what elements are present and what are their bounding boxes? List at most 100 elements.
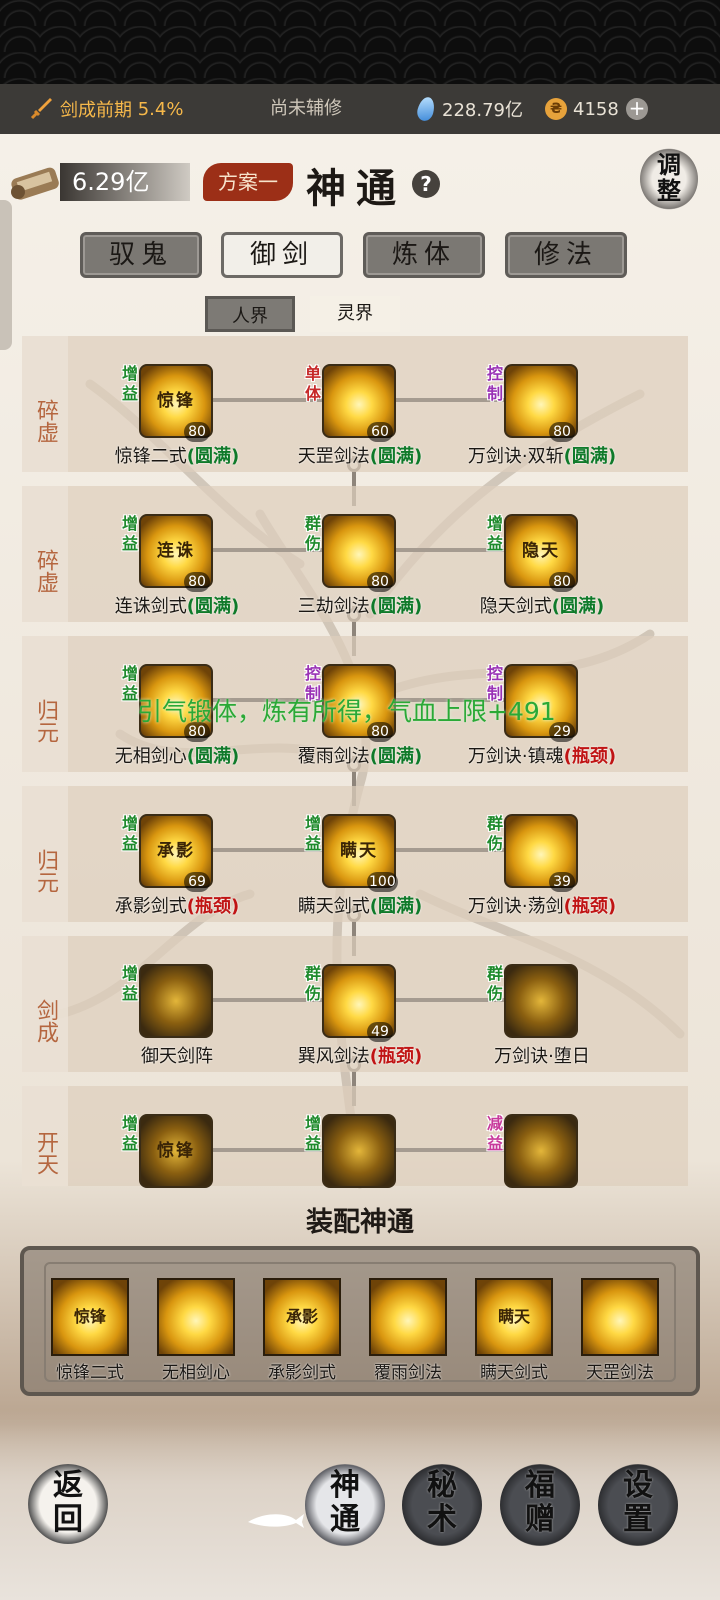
skill-icon [504, 1114, 578, 1188]
equip-skill-icon [157, 1278, 235, 1356]
skill-status: (圆满) [369, 596, 423, 617]
skill-name: 连诛剑式 [114, 596, 187, 617]
back-button[interactable]: 返回 [28, 1464, 108, 1544]
skill-level: 80 [549, 572, 575, 592]
skill-status: (瓶颈) [369, 1046, 423, 1067]
skill-name-line: 隐天剑式(圆满) [457, 594, 627, 620]
nav-mishu[interactable]: 秘术 [402, 1464, 482, 1546]
nav-label-2: 福赠 [525, 1468, 555, 1537]
tier-label: 剑成 [22, 936, 68, 1072]
skill-node[interactable]: 群伤 80 三劫剑法(圆满) [275, 514, 445, 634]
skill-glyph [506, 966, 576, 1036]
coin-icon: ₴ [545, 98, 567, 120]
skill-name-line: 万剑诀·镇魂(瓶颈) [457, 744, 627, 770]
skill-node[interactable]: 承影 增益 69 承影剑式(瓶颈) [92, 814, 262, 934]
skill-status: (圆满) [186, 596, 240, 617]
equip-slot[interactable]: 无相剑心 [141, 1278, 251, 1388]
skill-node[interactable]: 控制 80 万剑诀·双斩(圆满) [457, 364, 627, 484]
adjust-button[interactable]: 调整 [640, 148, 698, 210]
equip-skill-icon: 惊锋 [51, 1278, 129, 1356]
skill-name: 万剑诀·堕日 [494, 1046, 590, 1067]
skill-name: 惊锋二式 [114, 446, 187, 467]
equip-slot[interactable]: 天罡剑法 [565, 1278, 675, 1388]
skill-type-tag: 群伤 [304, 514, 321, 553]
tab-world-human[interactable]: 人界 [205, 296, 295, 332]
skill-status: (瓶颈) [186, 896, 240, 917]
equip-slot[interactable]: 承影 承影剑式 [247, 1278, 357, 1388]
skill-status: (圆满) [563, 446, 617, 467]
tab-world-spirit[interactable]: 灵界 [310, 296, 400, 332]
skill-name-line: 无相剑心(圆满) [92, 744, 262, 770]
realm-info[interactable]: 剑成前期 5.4% [28, 84, 183, 134]
nav-fuzeng[interactable]: 福赠 [500, 1464, 580, 1546]
skill-level: 80 [549, 422, 575, 442]
nav-label-0: 神通 [330, 1468, 360, 1537]
skill-node[interactable]: 单体 60 天罡剑法(圆满) [275, 364, 445, 484]
spirit-stone-value: 228.79亿 [442, 100, 523, 121]
skill-node[interactable]: 群伤 万剑诀·堕日 [457, 964, 627, 1084]
tab-category-1[interactable]: 御剑 [221, 232, 343, 278]
skill-name-line: 瞒天剑式(圆满) [275, 894, 445, 920]
app-root: 剑成前期 5.4% 尚未辅修 228.79亿 ₴ 4158 + 6.29亿 方案一… [0, 0, 720, 1600]
skill-status: (圆满) [369, 896, 423, 917]
tab-category-3[interactable]: 修法 [505, 232, 627, 278]
skill-level: 69 [184, 872, 210, 892]
skill-name: 瞒天剑式 [297, 896, 370, 917]
skill-level: 49 [367, 1022, 393, 1042]
scroll-value: 6.29亿 [60, 163, 190, 201]
equip-skill-icon [581, 1278, 659, 1356]
skill-node[interactable]: 群伤 49 巽风剑法(瓶颈) [275, 964, 445, 1084]
tier-label: 归元 [22, 786, 68, 922]
skill-node[interactable]: 隐天 增益 80 隐天剑式(圆满) [457, 514, 627, 634]
skill-node[interactable]: 惊锋 增益 80 惊锋二式(圆满) [92, 364, 262, 484]
spirit-stone-counter: 228.79亿 [415, 84, 523, 134]
skill-glyph [506, 1116, 576, 1186]
skill-icon [322, 1114, 396, 1188]
skill-type-tag: 增益 [121, 1114, 138, 1153]
add-coin-button[interactable]: + [626, 98, 648, 120]
skill-name-line: 连诛剑式(圆满) [92, 594, 262, 620]
skill-name-line: 万剑诀·双斩(圆满) [457, 444, 627, 470]
skill-type-tag: 增益 [121, 814, 138, 853]
page-title: 神通 [306, 165, 406, 212]
plan-selector[interactable]: 方案一 [203, 163, 293, 201]
sword-icon [30, 98, 52, 120]
equip-skill-name: 惊锋二式 [56, 1363, 124, 1383]
skill-name: 御天剑阵 [141, 1046, 213, 1067]
skill-node[interactable]: 增益 御天剑阵 [92, 964, 262, 1084]
skill-node[interactable]: 连诛 增益 80 连诛剑式(圆满) [92, 514, 262, 634]
equip-slot[interactable]: 惊锋 惊锋二式 [35, 1278, 145, 1388]
equip-slot[interactable]: 覆雨剑法 [353, 1278, 463, 1388]
nav-settings[interactable]: 设置 [598, 1464, 678, 1546]
skill-name-line: 三劫剑法(圆满) [275, 594, 445, 620]
skill-name: 三劫剑法 [297, 596, 370, 617]
skill-name-line: 惊锋二式(圆满) [92, 444, 262, 470]
scroll-icon [11, 167, 59, 200]
skill-icon: 惊锋 [139, 1114, 213, 1188]
tier-label: 归元 [22, 636, 68, 772]
skill-name-line: 万剑诀·堕日 [457, 1044, 627, 1070]
skill-level: 39 [549, 872, 575, 892]
skill-name: 万剑诀·双斩 [467, 446, 564, 467]
skill-level: 60 [367, 422, 393, 442]
back-label: 返回 [53, 1468, 83, 1537]
skill-type-tag: 控制 [486, 364, 503, 403]
skill-name: 万剑诀·荡剑 [467, 896, 564, 917]
assist-status[interactable]: 尚未辅修 [270, 84, 342, 134]
nav-shentong[interactable]: 神通 [305, 1464, 385, 1546]
side-drawer-handle[interactable] [0, 200, 12, 350]
skill-node[interactable]: 群伤 39 万剑诀·荡剑(瓶颈) [457, 814, 627, 934]
tab-category-0[interactable]: 驭鬼 [80, 232, 202, 278]
coin-value: 4158 [573, 98, 619, 120]
resource-bar: 剑成前期 5.4% 尚未辅修 228.79亿 ₴ 4158 + [0, 84, 720, 134]
equip-slot[interactable]: 瞒天 瞒天剑式 [459, 1278, 569, 1388]
help-button[interactable]: ? [412, 170, 440, 198]
nav-label-3: 设置 [623, 1468, 653, 1537]
tab-category-2[interactable]: 炼体 [363, 232, 485, 278]
skill-status: (瓶颈) [563, 896, 617, 917]
skill-node[interactable]: 瞒天 增益 100 瞒天剑式(圆满) [275, 814, 445, 934]
float-message: 引气锻体，炼有所得，气血上限+491 [137, 697, 556, 726]
skill-name: 天罡剑法 [297, 446, 370, 467]
skill-name: 无相剑心 [114, 746, 187, 767]
nav-label-1: 秘术 [427, 1468, 457, 1537]
